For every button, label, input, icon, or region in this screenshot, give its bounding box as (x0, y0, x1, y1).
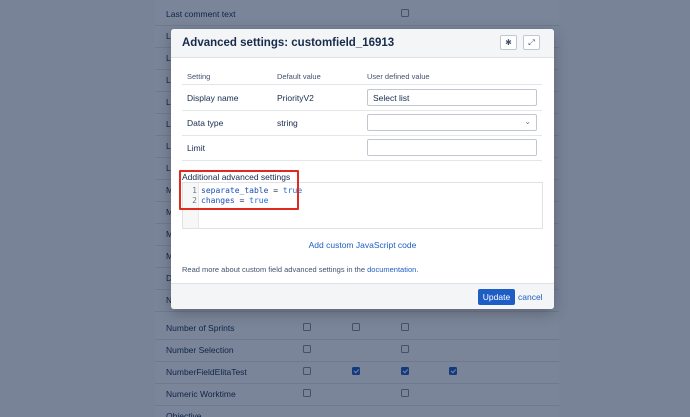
limit-input[interactable] (367, 139, 537, 156)
data-type-label: Data type (187, 118, 224, 128)
dialog-footer: Update cancel (171, 283, 554, 309)
advanced-settings-dialog: Advanced settings: customfield_16913 ✱ ⤢… (171, 29, 554, 309)
chevron-down-icon: ⌄ (524, 117, 531, 126)
data-type-default: string (277, 118, 298, 128)
divider (182, 110, 542, 111)
display-name-input[interactable] (367, 89, 537, 106)
expand-icon[interactable]: ⤢ (523, 35, 540, 50)
column-header-setting: Setting (187, 72, 211, 81)
display-name-label: Display name (187, 93, 239, 103)
limit-label: Limit (187, 143, 205, 153)
cancel-link[interactable]: cancel (518, 292, 543, 302)
update-button[interactable]: Update (478, 289, 515, 305)
divider (182, 160, 542, 161)
divider (182, 84, 542, 85)
sparkle-icon[interactable]: ✱ (500, 35, 517, 50)
documentation-link[interactable]: documentation (367, 265, 416, 274)
column-header-default: Default value (277, 72, 321, 81)
column-header-user-defined: User defined value (367, 72, 430, 81)
dialog-title: Advanced settings: customfield_16913 (182, 37, 395, 49)
read-more-text: Read more about custom field advanced se… (182, 265, 419, 274)
add-javascript-link[interactable]: Add custom JavaScript code (309, 240, 417, 250)
highlight-annotation (179, 170, 299, 210)
dialog-header: Advanced settings: customfield_16913 ✱ ⤢ (171, 29, 554, 58)
data-type-select[interactable]: ⌄ (367, 114, 537, 131)
display-name-default: PriorityV2 (277, 93, 314, 103)
divider (182, 135, 542, 136)
